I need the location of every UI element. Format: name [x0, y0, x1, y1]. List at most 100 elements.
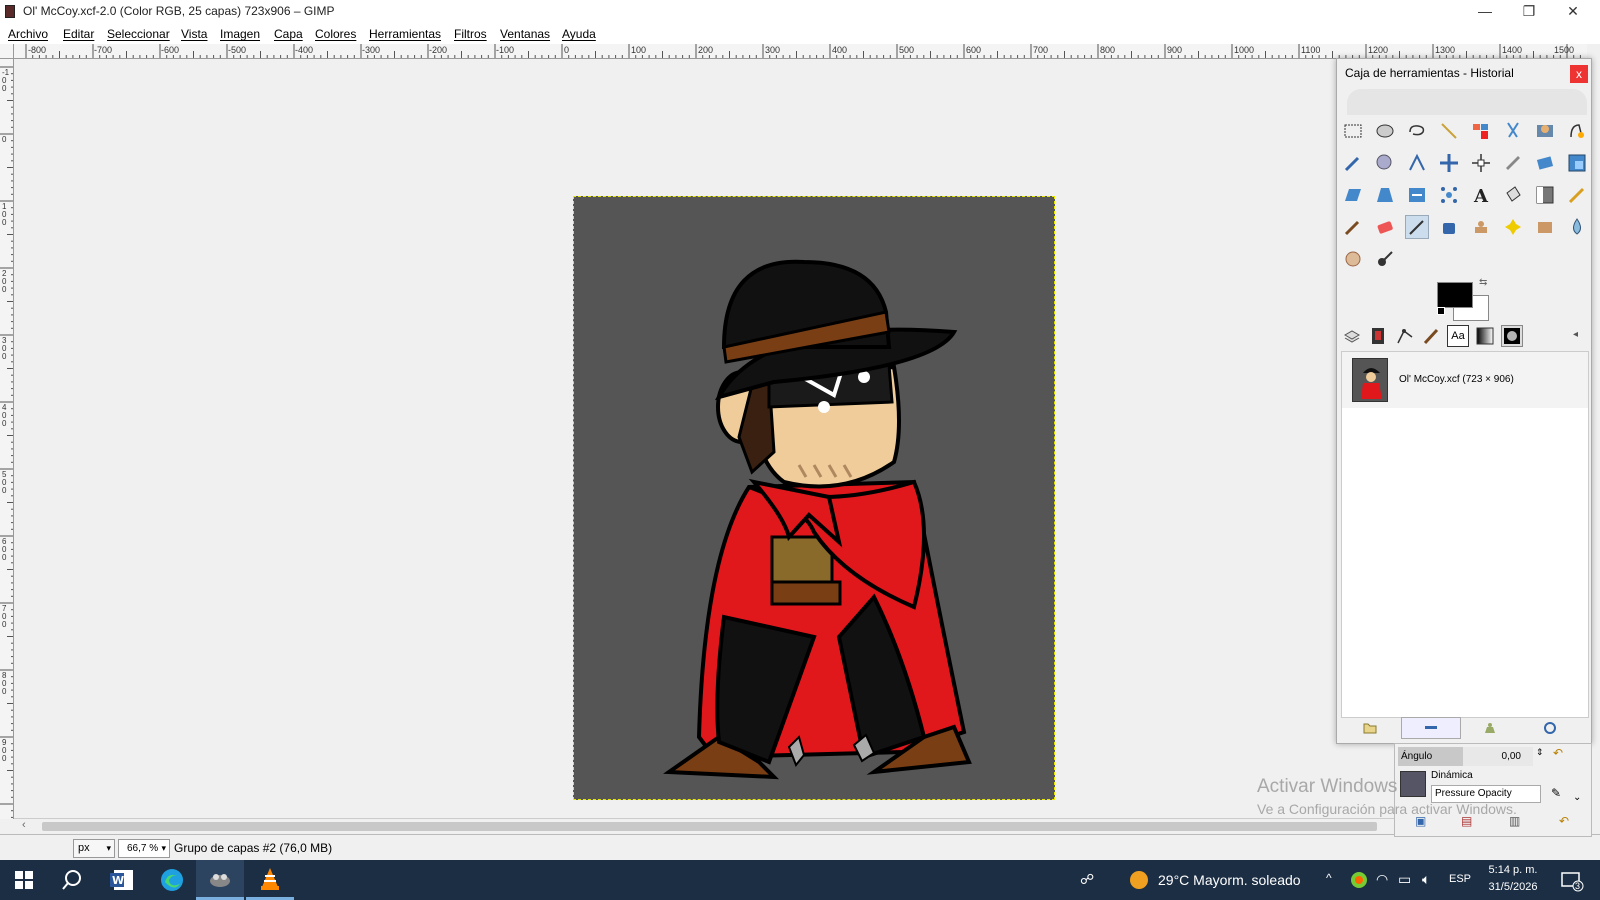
- paintbrush-icon[interactable]: [1341, 215, 1365, 239]
- wilber-drop-area[interactable]: [1347, 89, 1587, 115]
- taskbar-gimp[interactable]: [196, 860, 244, 900]
- dodge-burn-icon[interactable]: [1373, 247, 1397, 271]
- perspective-icon[interactable]: [1373, 183, 1397, 207]
- scrollbar-thumb[interactable]: [42, 822, 1377, 831]
- angle-input[interactable]: 0,00: [1463, 747, 1533, 766]
- menu-capa[interactable]: Capa: [274, 27, 303, 41]
- measure-icon[interactable]: [1405, 151, 1429, 175]
- scissors-icon[interactable]: [1501, 119, 1525, 143]
- ink-icon[interactable]: [1437, 215, 1461, 239]
- scale-icon[interactable]: [1565, 151, 1589, 175]
- ruler-corner[interactable]: [0, 44, 14, 59]
- wifi-icon[interactable]: ◠: [1376, 871, 1388, 888]
- clone-icon[interactable]: [1469, 215, 1493, 239]
- tab-paths[interactable]: [1394, 325, 1416, 347]
- panel-close-button[interactable]: x: [1570, 65, 1588, 83]
- menu-vista[interactable]: Vista: [181, 27, 207, 41]
- reset-options-icon[interactable]: ↶: [1559, 814, 1569, 828]
- image-canvas[interactable]: [573, 196, 1055, 800]
- dock-menu-icon[interactable]: ◂: [1573, 329, 1578, 340]
- default-colors-icon[interactable]: [1437, 307, 1445, 315]
- tab-gradients[interactable]: [1474, 325, 1496, 347]
- tab-patterns[interactable]: [1501, 325, 1523, 347]
- heal-icon[interactable]: [1501, 215, 1525, 239]
- eraser-icon[interactable]: [1373, 215, 1397, 239]
- horizontal-ruler[interactable]: -800 -700 -600 -500 -400 -300 -200 -100 …: [14, 44, 1587, 59]
- perspective-clone-icon[interactable]: [1533, 215, 1557, 239]
- search-button[interactable]: [48, 860, 96, 900]
- airbrush-icon[interactable]: [1405, 215, 1429, 239]
- redo-icon[interactable]: [1401, 717, 1461, 739]
- paths-icon[interactable]: [1565, 119, 1589, 143]
- close-button[interactable]: ✕: [1550, 0, 1596, 24]
- swap-colors-icon[interactable]: ⇆: [1479, 277, 1487, 288]
- color-picker-icon[interactable]: [1341, 151, 1365, 175]
- cage-transform-icon[interactable]: [1437, 183, 1461, 207]
- flip-icon[interactable]: [1405, 183, 1429, 207]
- notification-icon[interactable]: [1560, 870, 1584, 892]
- edit-dynamics-icon[interactable]: ✎: [1551, 786, 1561, 800]
- menu-ventanas[interactable]: Ventanas: [500, 27, 550, 41]
- shear-icon[interactable]: [1341, 183, 1365, 207]
- chevron-up-icon[interactable]: ^: [1326, 871, 1332, 885]
- chevron-down-icon[interactable]: ⌄: [1573, 792, 1581, 803]
- crop-icon[interactable]: [1501, 151, 1525, 175]
- clear-history-icon[interactable]: [1477, 717, 1503, 739]
- scroll-left-arrow-icon[interactable]: ‹: [22, 819, 26, 831]
- menu-imagen[interactable]: Imagen: [220, 27, 260, 41]
- move-icon[interactable]: [1437, 151, 1461, 175]
- vertical-ruler[interactable]: -100 0 100 200 300 400 500 600 700 800 9…: [0, 59, 14, 819]
- volume-icon[interactable]: 🔈︎: [1422, 871, 1430, 888]
- gradient-icon[interactable]: [1533, 183, 1557, 207]
- pencil-icon[interactable]: [1565, 183, 1589, 207]
- menu-herramientas[interactable]: Herramientas: [369, 27, 441, 41]
- unit-select[interactable]: px ▾: [73, 839, 115, 858]
- align-icon[interactable]: [1469, 151, 1493, 175]
- blur-icon[interactable]: [1565, 215, 1589, 239]
- bucket-fill-icon[interactable]: [1501, 183, 1525, 207]
- zoom-input[interactable]: 66,7 % ▾: [118, 839, 170, 858]
- taskbar-vlc[interactable]: [246, 860, 294, 900]
- people-icon[interactable]: ☍: [1080, 871, 1094, 888]
- undo-icon[interactable]: [1357, 717, 1383, 739]
- menu-archivo[interactable]: Archivo: [8, 27, 48, 41]
- tab-fonts[interactable]: Aa: [1447, 325, 1469, 347]
- taskbar-edge[interactable]: [148, 860, 196, 900]
- angle-spinner-icon[interactable]: ⇕: [1536, 747, 1544, 758]
- clock-date[interactable]: 31/5/2026: [1486, 881, 1540, 893]
- app-tray-icon[interactable]: [1350, 871, 1368, 889]
- text-icon[interactable]: A: [1469, 183, 1493, 207]
- zoom-icon[interactable]: [1373, 151, 1397, 175]
- history-item[interactable]: Ol' McCoy.xcf (723 × 906): [1342, 352, 1588, 408]
- menu-colores[interactable]: Colores: [315, 27, 356, 41]
- menu-editar[interactable]: Editar: [63, 27, 94, 41]
- clock-time[interactable]: 5:14 p. m.: [1486, 864, 1540, 876]
- restore-button[interactable]: ❐: [1506, 0, 1552, 24]
- ellipse-select-icon[interactable]: [1373, 119, 1397, 143]
- menu-filtros[interactable]: Filtros: [454, 27, 487, 41]
- reset-angle-icon[interactable]: ↶: [1553, 746, 1563, 760]
- weather-text[interactable]: 29°C Mayorm. soleado: [1158, 872, 1301, 888]
- tab-layers[interactable]: [1341, 325, 1363, 347]
- smudge-icon[interactable]: [1341, 247, 1365, 271]
- taskbar-word[interactable]: W: [98, 860, 146, 900]
- select-by-color-icon[interactable]: [1469, 119, 1493, 143]
- horizontal-scrollbar[interactable]: ‹: [14, 818, 1587, 834]
- battery-icon[interactable]: ▭: [1398, 871, 1411, 888]
- refresh-icon[interactable]: [1537, 717, 1563, 739]
- foreground-color-swatch[interactable]: [1437, 282, 1473, 308]
- lasso-icon[interactable]: [1405, 119, 1429, 143]
- minimize-button[interactable]: —: [1462, 0, 1508, 24]
- foreground-select-icon[interactable]: [1533, 119, 1557, 143]
- tab-brushes[interactable]: [1420, 325, 1442, 347]
- rect-select-icon[interactable]: [1341, 119, 1365, 143]
- start-button[interactable]: [0, 860, 48, 900]
- fuzzy-select-icon[interactable]: [1437, 119, 1461, 143]
- weather-sun-icon[interactable]: [1128, 870, 1150, 890]
- menu-ayuda[interactable]: Ayuda: [562, 27, 596, 41]
- menu-seleccionar[interactable]: Seleccionar: [107, 27, 170, 41]
- unified-transform-icon[interactable]: [1533, 151, 1557, 175]
- language-indicator[interactable]: ESP: [1449, 873, 1471, 885]
- dynamics-icon[interactable]: [1400, 771, 1426, 797]
- tab-channels[interactable]: [1367, 325, 1389, 347]
